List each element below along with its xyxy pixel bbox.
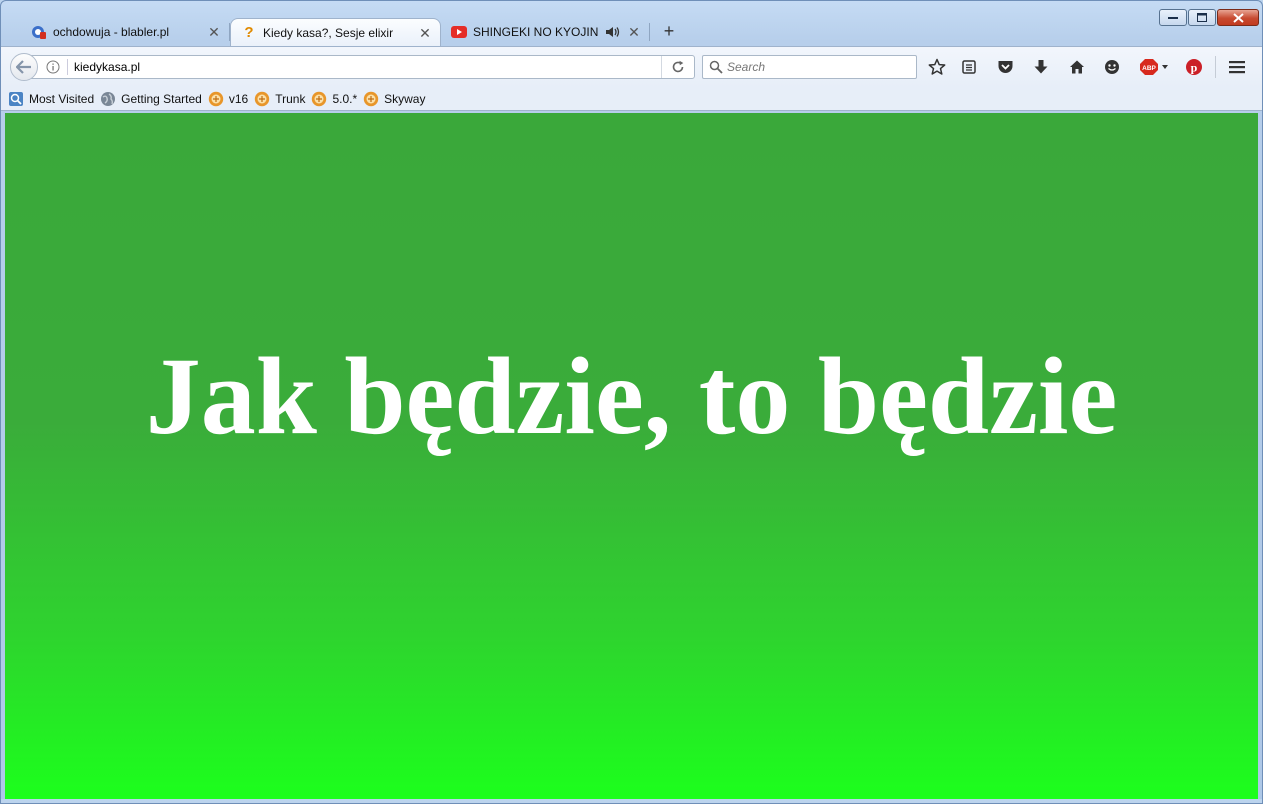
bookmark-skyway[interactable]: Skyway bbox=[363, 91, 425, 107]
folder-badge-icon bbox=[254, 91, 270, 107]
youtube-icon bbox=[451, 24, 467, 40]
bookmark-label: Skyway bbox=[384, 91, 426, 106]
close-window-button[interactable] bbox=[1217, 9, 1259, 26]
reading-list-icon[interactable] bbox=[959, 57, 979, 77]
tab-title: SHINGEKI NO KYOJIN _... bbox=[473, 25, 601, 39]
bookmark-label: Most Visited bbox=[29, 91, 95, 106]
search-input[interactable] bbox=[727, 59, 907, 75]
close-icon[interactable]: ✕ bbox=[418, 26, 432, 40]
back-arrow-icon bbox=[16, 60, 31, 74]
search-bar[interactable] bbox=[702, 55, 917, 79]
tab-title: ochdowuja - blabler.pl bbox=[53, 25, 170, 39]
tab-kiedy-kasa[interactable]: ? Kiedy kasa?, Sesje elixir ✕ bbox=[230, 18, 441, 46]
folder-badge-icon bbox=[208, 91, 224, 107]
download-icon[interactable] bbox=[1031, 57, 1051, 77]
close-icon[interactable]: ✕ bbox=[207, 25, 221, 39]
bookmark-v16[interactable]: v16 bbox=[208, 91, 248, 107]
reload-icon[interactable] bbox=[661, 56, 694, 78]
window-bottom-border bbox=[1, 799, 1262, 803]
bookmark-trunk[interactable]: Trunk bbox=[254, 91, 305, 107]
svg-text:p: p bbox=[1191, 61, 1198, 75]
speaker-icon[interactable] bbox=[605, 24, 621, 40]
window-controls bbox=[1158, 9, 1259, 27]
tab-blabler[interactable]: ochdowuja - blabler.pl ✕ bbox=[21, 18, 229, 46]
pinterest-icon[interactable]: p bbox=[1184, 57, 1204, 77]
home-icon[interactable] bbox=[1067, 57, 1087, 77]
bookmarks-toolbar: Most Visited Getting Started v16 Trunk 5… bbox=[1, 87, 1262, 111]
new-tab-button[interactable]: + bbox=[658, 21, 680, 43]
folder-badge-icon bbox=[363, 91, 379, 107]
adblock-label: ABP bbox=[1142, 65, 1156, 72]
tab-title: Kiedy kasa?, Sesje elixir bbox=[263, 25, 394, 40]
navigation-toolbar: kiedykasa.pl Search ABP p bbox=[1, 46, 1262, 87]
browser-window: ochdowuja - blabler.pl ✕ ? Kiedy kasa?, … bbox=[0, 0, 1263, 804]
bookmark-most-visited[interactable]: Most Visited bbox=[8, 91, 94, 107]
page-content: Jak będzie, to będzie bbox=[5, 113, 1258, 799]
menu-icon[interactable] bbox=[1227, 57, 1247, 77]
close-icon[interactable]: ✕ bbox=[627, 25, 641, 39]
search-icon bbox=[709, 60, 723, 77]
adblock-icon[interactable]: ABP bbox=[1139, 57, 1171, 77]
most-visited-icon bbox=[8, 91, 24, 107]
globe-icon bbox=[100, 91, 116, 107]
bookmark-5-0[interactable]: 5.0.* bbox=[311, 91, 357, 107]
minimize-button[interactable] bbox=[1159, 9, 1187, 26]
pocket-icon[interactable] bbox=[995, 57, 1015, 77]
bookmark-getting-started[interactable]: Getting Started bbox=[100, 91, 202, 107]
back-button[interactable] bbox=[10, 53, 38, 81]
bookmark-label: Trunk bbox=[275, 91, 306, 106]
bookmark-label: 5.0.* bbox=[332, 91, 358, 106]
bookmark-label: Getting Started bbox=[121, 91, 202, 106]
page-headline: Jak będzie, to będzie bbox=[145, 335, 1118, 457]
smiley-icon[interactable] bbox=[1102, 57, 1122, 77]
url-bar[interactable]: kiedykasa.pl bbox=[25, 55, 695, 79]
url-text: kiedykasa.pl bbox=[74, 60, 141, 74]
bookmark-label: v16 bbox=[228, 91, 249, 106]
blabler-icon bbox=[31, 24, 47, 40]
maximize-button[interactable] bbox=[1188, 9, 1216, 26]
tab-strip: ochdowuja - blabler.pl ✕ ? Kiedy kasa?, … bbox=[1, 1, 1151, 46]
info-icon[interactable] bbox=[46, 60, 60, 74]
star-icon[interactable] bbox=[927, 57, 947, 77]
tab-shingeki[interactable]: SHINGEKI NO KYOJIN _... ✕ bbox=[441, 18, 649, 46]
folder-badge-icon bbox=[311, 91, 327, 107]
question-icon: ? bbox=[244, 24, 254, 41]
